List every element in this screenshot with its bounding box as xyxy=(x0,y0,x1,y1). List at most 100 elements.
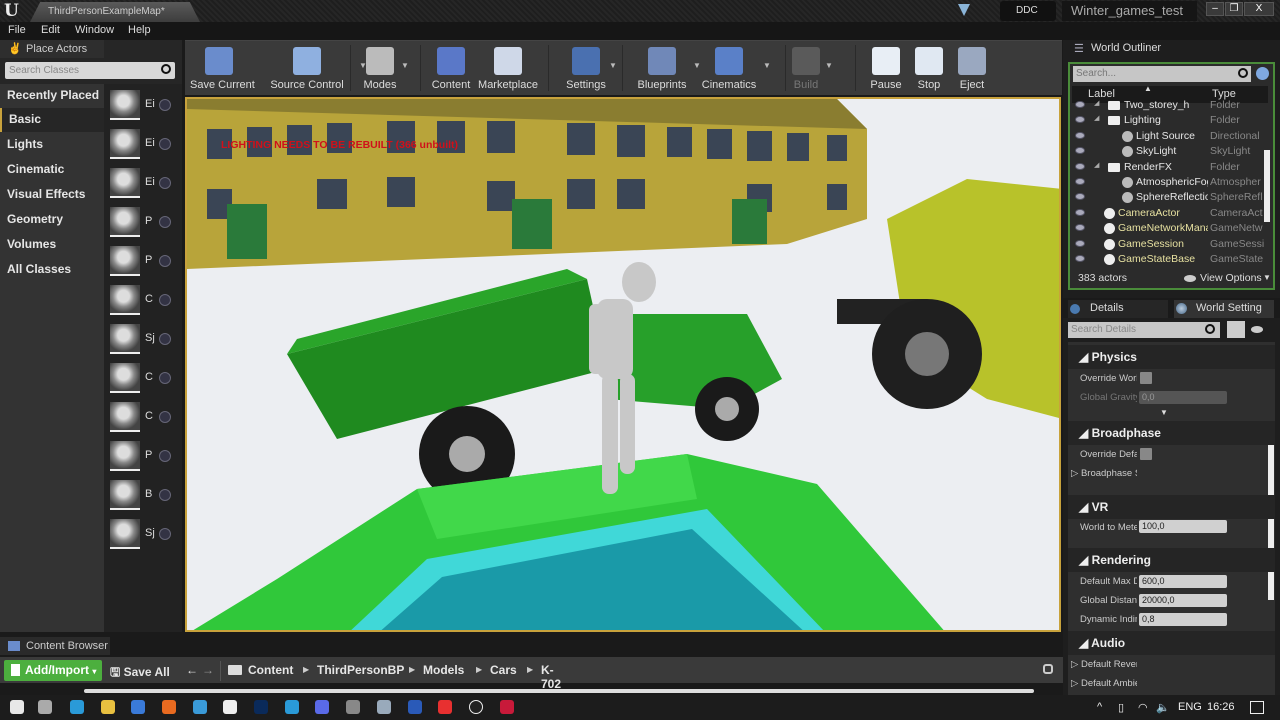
outliner-row[interactable]: ◢ Lighting Folder xyxy=(1072,113,1268,128)
view-options-button[interactable]: View Options xyxy=(1200,272,1262,284)
outliner-search-input[interactable]: Search... xyxy=(1073,66,1251,82)
breadcrumb-arrow-icon[interactable]: ▶ xyxy=(409,665,415,674)
help-icon[interactable] xyxy=(159,255,171,267)
toolbar-blueprints-button[interactable]: Blueprints xyxy=(633,41,691,96)
actor-item-thumbnail[interactable] xyxy=(110,441,140,471)
visibility-eye-icon[interactable] xyxy=(1075,208,1085,216)
level-viewport[interactable]: LIGHTING NEEDS TO BE REBUILT (366 unbuil… xyxy=(185,97,1061,632)
help-icon[interactable] xyxy=(159,99,171,111)
expand-advanced-icon[interactable]: ▼ xyxy=(1160,408,1168,417)
yandex-browser-icon[interactable] xyxy=(438,700,452,714)
menu-window[interactable]: Window xyxy=(75,24,114,36)
actor-item-label[interactable]: Ei xyxy=(145,176,155,188)
category-all-classes[interactable]: All Classes xyxy=(0,258,104,282)
actor-item-thumbnail[interactable] xyxy=(110,90,140,120)
actor-item-label[interactable]: C xyxy=(145,410,153,422)
dropdown-arrow-icon[interactable]: ▼ xyxy=(401,61,409,70)
calculator-icon[interactable] xyxy=(346,700,360,714)
toolbar-content-button[interactable]: Content xyxy=(429,41,473,96)
dropdown-arrow-icon[interactable]: ▼ xyxy=(825,61,833,70)
world-to-meters-input[interactable]: 100,0 xyxy=(1139,520,1227,533)
discord-icon[interactable] xyxy=(315,700,329,714)
add-filter-icon[interactable] xyxy=(1256,67,1269,80)
breadcrumb-arrow-icon[interactable]: ▶ xyxy=(527,665,533,674)
save-all-button[interactable]: 🖫 Save All xyxy=(110,663,170,684)
actor-item-label[interactable]: Ei xyxy=(145,137,155,149)
section-rendering[interactable]: ◢ Rendering xyxy=(1068,548,1275,572)
visibility-eye-icon[interactable] xyxy=(1075,239,1085,247)
forward-button[interactable]: → xyxy=(202,663,214,677)
category-basic[interactable]: Basic xyxy=(0,108,104,132)
actor-item-thumbnail[interactable] xyxy=(110,285,140,315)
section-vr[interactable]: ◢ VR xyxy=(1068,495,1275,519)
category-visual-effects[interactable]: Visual Effects xyxy=(0,183,104,207)
language-indicator[interactable]: ENG xyxy=(1178,701,1202,713)
section-physics[interactable]: ◢ Physics xyxy=(1068,345,1275,369)
add-import-button[interactable]: Add/Import ▾ xyxy=(4,660,102,681)
toolbar-save-current-button[interactable]: Save Current xyxy=(190,41,255,96)
help-icon[interactable] xyxy=(159,372,171,384)
outliner-row[interactable]: ◢ RenderFX Folder xyxy=(1072,160,1268,175)
toolbar-modes-button[interactable]: Modes xyxy=(361,41,399,96)
menu-edit[interactable]: Edit xyxy=(41,24,60,36)
breadcrumb-content[interactable]: Content xyxy=(248,663,293,677)
property-matrix-button[interactable] xyxy=(1227,321,1245,338)
windows-start-icon[interactable] xyxy=(10,700,24,714)
store-icon[interactable] xyxy=(131,700,145,714)
outliner-row[interactable]: Light Source Directional xyxy=(1072,129,1268,144)
expand-arrow-icon[interactable]: ◢ xyxy=(1094,99,1099,107)
help-icon[interactable] xyxy=(159,450,171,462)
telegram-icon[interactable] xyxy=(285,700,299,714)
visibility-eye-icon[interactable] xyxy=(1075,162,1085,170)
actor-item-thumbnail[interactable] xyxy=(110,480,140,510)
actor-item-thumbnail[interactable] xyxy=(110,324,140,354)
visibility-eye-icon[interactable] xyxy=(1075,193,1085,201)
help-icon[interactable] xyxy=(159,177,171,189)
outliner-scrollbar[interactable] xyxy=(1264,150,1270,222)
actor-item-label[interactable]: P xyxy=(145,254,152,266)
toolbar-pause-button[interactable]: Pause xyxy=(869,41,903,96)
help-icon[interactable] xyxy=(159,411,171,423)
app-red-icon[interactable] xyxy=(500,700,514,714)
category-recently-placed[interactable]: Recently Placed xyxy=(0,84,104,108)
meet-icon[interactable]: ▯ xyxy=(1118,701,1124,714)
actor-item-thumbnail[interactable] xyxy=(110,207,140,237)
volume-icon[interactable]: 🔈 xyxy=(1156,701,1170,714)
outliner-row[interactable]: GameNetworkManagerGameNetw xyxy=(1072,221,1268,236)
outliner-row[interactable]: GameStateBase GameState xyxy=(1072,252,1268,267)
section-audio[interactable]: ◢ Audio xyxy=(1068,631,1275,655)
toolbar-eject-button[interactable]: Eject xyxy=(957,41,987,96)
actor-item-label[interactable]: P xyxy=(145,215,152,227)
breadcrumb-models[interactable]: Models xyxy=(423,663,464,677)
dynamic-indirect-slider[interactable]: 0,8 xyxy=(1139,613,1227,626)
visibility-eye-icon[interactable] xyxy=(1075,101,1085,108)
prop-default-reverb[interactable]: ▷ Default Reverb xyxy=(1071,659,1137,670)
tray-chevron-icon[interactable]: ^ xyxy=(1097,701,1102,713)
visibility-eye-icon[interactable] xyxy=(1075,255,1085,262)
help-icon[interactable] xyxy=(159,294,171,306)
eye-icon[interactable] xyxy=(1251,326,1263,333)
toolbar-source-control-button[interactable]: Source Control xyxy=(257,41,357,96)
wifi-icon[interactable]: ◠ xyxy=(1138,701,1148,714)
restore-button[interactable]: ❐ xyxy=(1225,2,1243,16)
actor-item-thumbnail[interactable] xyxy=(110,519,140,549)
global-distance-input[interactable]: 20000,0 xyxy=(1139,594,1227,607)
category-cinematic[interactable]: Cinematic xyxy=(0,158,104,182)
search-classes-input[interactable]: Search Classes xyxy=(5,62,175,79)
breadcrumb-cars[interactable]: Cars xyxy=(490,663,517,677)
actor-item-label[interactable]: P xyxy=(145,449,152,461)
tab-details[interactable]: Details xyxy=(1068,300,1168,318)
file-explorer-icon[interactable] xyxy=(101,700,115,714)
category-lights[interactable]: Lights xyxy=(0,133,104,157)
notepad-icon[interactable] xyxy=(223,700,237,714)
visibility-eye-icon[interactable] xyxy=(1075,178,1085,185)
actor-item-label[interactable]: Ei xyxy=(145,98,155,110)
tab-world-settings[interactable]: World Setting xyxy=(1174,300,1274,318)
actor-item-thumbnail[interactable] xyxy=(110,363,140,393)
breadcrumb-arrow-icon[interactable]: ▶ xyxy=(476,665,482,674)
section-broadphase[interactable]: ◢ Broadphase xyxy=(1068,421,1275,445)
map-tab[interactable]: ThirdPersonExampleMap* xyxy=(30,2,200,22)
actor-item-thumbnail[interactable] xyxy=(110,246,140,276)
toolbar-cinematics-button[interactable]: Cinematics xyxy=(697,41,761,96)
toolbar-stop-button[interactable]: Stop xyxy=(915,41,943,96)
